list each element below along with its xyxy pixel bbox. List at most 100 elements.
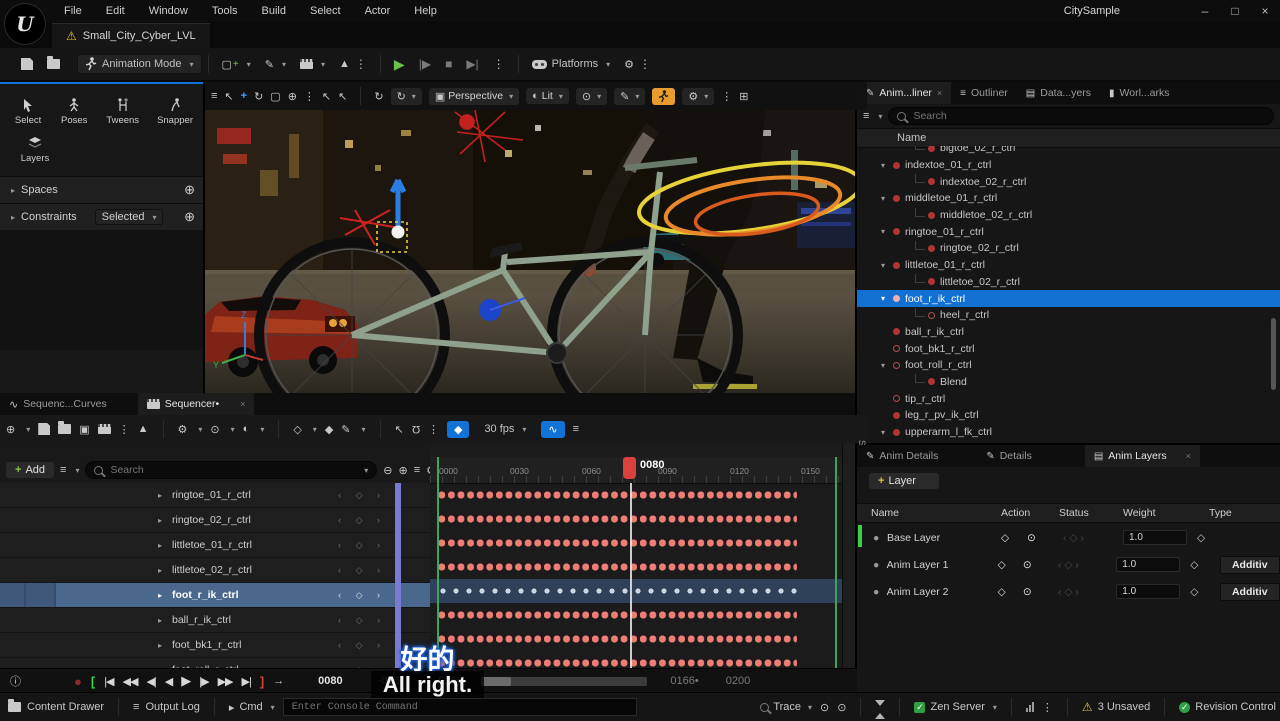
track-row[interactable]: ▸ball_r_ik_ctrl‹ ◇ › <box>0 608 430 633</box>
tree-row[interactable]: ▾indextoe_01_r_ctrl <box>857 157 1280 174</box>
tab-world-bookmarks[interactable]: ▮ Worl...arks <box>1100 82 1179 104</box>
move-tool-icon[interactable]: + <box>241 90 247 102</box>
eject-button[interactable]: ▶| <box>459 56 485 72</box>
track-row[interactable]: ▸ringtoe_02_r_ctrl‹ ◇ › <box>0 508 430 533</box>
platforms-dropdown[interactable]: Platforms ▾ <box>525 56 617 72</box>
tree-row[interactable]: heel_r_ctrl <box>857 307 1280 324</box>
show-flags-dropdown[interactable]: ⊙ ▾ <box>576 88 607 105</box>
layer-row[interactable]: ● Anim Layer 2 ◇ ⊙ ‹ ◇ › ◇ Additiv <box>857 578 1280 605</box>
expand-icon[interactable]: ⊕ <box>398 464 407 477</box>
viewport-options-icon[interactable]: ≡ <box>211 90 217 102</box>
actions-wrench-icon[interactable]: ⚙ <box>178 423 188 436</box>
chevron-down-icon[interactable]: ▾ <box>313 425 317 434</box>
key-action-icon[interactable]: ◇ <box>998 559 1023 571</box>
editor-mode-dropdown[interactable]: Animation Mode ▾ <box>77 54 202 74</box>
rotation-grid-dropdown[interactable]: ↻ ▾ <box>391 88 422 105</box>
expand-icon[interactable]: ▾ <box>881 227 891 236</box>
rotate-tool-icon[interactable]: ↻ <box>254 90 263 103</box>
keyframes[interactable] <box>437 535 797 551</box>
tree-row[interactable]: foot_bk1_r_ctrl <box>857 340 1280 357</box>
zen-server-dropdown[interactable]: ✓ Zen Server ▾ <box>914 701 996 713</box>
expand-icon[interactable]: ▸ <box>158 491 162 500</box>
cinematics-button[interactable]: ▾ <box>293 57 332 71</box>
menu-select[interactable]: Select <box>298 5 353 17</box>
menu-edit[interactable]: Edit <box>94 5 137 17</box>
snapshot-icon[interactable]: ⊙ <box>820 701 829 714</box>
layer-radio[interactable]: ● <box>873 586 887 598</box>
chevron-down-icon[interactable]: ▾ <box>198 425 202 434</box>
expand-icon[interactable]: ▾ <box>881 261 891 270</box>
keyframe-row[interactable] <box>430 483 843 507</box>
add-constraint-button[interactable]: ⊕ <box>184 209 195 225</box>
key-nav-icons[interactable]: ‹ ◇ › <box>338 565 386 576</box>
list-icon[interactable]: ≡ <box>414 464 420 476</box>
filter-icon[interactable]: ≡ <box>60 464 66 476</box>
key-nav-icons[interactable]: ‹ ◇ › <box>338 515 386 526</box>
track-row[interactable]: ▸littletoe_01_r_ctrl‹ ◇ › <box>0 533 430 558</box>
constraints-section-header[interactable]: ▸ Constraints Selected ▾ ⊕ <box>0 203 203 230</box>
blueprints-button[interactable]: ✎ ▾ <box>258 56 293 73</box>
unreal-logo-icon[interactable]: U <box>4 3 46 45</box>
chevron-down-icon[interactable]: ▾ <box>75 466 79 475</box>
expand-icon[interactable]: ▾ <box>881 361 891 370</box>
expand-icon[interactable]: ▾ <box>881 161 891 170</box>
surface-snap-icon[interactable]: ↖ <box>322 90 331 103</box>
weight-input[interactable] <box>1123 530 1187 545</box>
select-tool-icon[interactable]: ↖ <box>224 90 233 103</box>
layer-type-dropdown[interactable]: Additiv <box>1220 556 1280 574</box>
minimize-button[interactable]: – <box>1190 4 1220 18</box>
chevron-down-icon[interactable]: ▾ <box>362 425 366 434</box>
create-camera-icon[interactable] <box>98 424 111 434</box>
playhead-marker[interactable] <box>623 457 636 479</box>
menu-tools[interactable]: Tools <box>200 5 250 17</box>
weight-input[interactable] <box>1116 584 1180 599</box>
key-all-toggle[interactable]: ◆ <box>447 421 469 438</box>
world-dropdown-icon[interactable]: ⊕ <box>6 423 15 436</box>
menu-file[interactable]: File <box>52 5 94 17</box>
expand-icon[interactable]: ▸ <box>158 541 162 550</box>
constraints-filter-dropdown[interactable]: Selected ▾ <box>95 209 164 225</box>
perspective-dropdown[interactable]: ▣ Perspective ▾ <box>429 88 519 105</box>
expand-icon[interactable]: ▾ <box>881 294 891 303</box>
tree-row[interactable]: ▾upperarm_l_fk_ctrl <box>857 424 1280 441</box>
world-space-icon[interactable]: ⊕ <box>288 90 297 103</box>
playback-range-start[interactable] <box>437 457 439 668</box>
select-action-icon[interactable]: ⊙ <box>1027 532 1063 544</box>
keyframes[interactable] <box>437 583 797 599</box>
filter-icon[interactable]: ≡ <box>863 110 869 122</box>
landscape-button[interactable]: ▲ ⋮ <box>332 56 374 72</box>
render-movie-icon[interactable]: ▲ <box>138 423 149 435</box>
close-tab-icon[interactable]: × <box>240 399 245 409</box>
add-space-button[interactable]: ⊕ <box>184 182 195 198</box>
expand-icon[interactable]: ▾ <box>881 428 891 437</box>
menu-window[interactable]: Window <box>137 5 200 17</box>
tree-row[interactable]: ▾ringtoe_01_r_ctrl <box>857 223 1280 240</box>
tool-snapper[interactable]: Snapper <box>157 98 193 126</box>
select-action-icon[interactable]: ⊙ <box>1023 586 1058 598</box>
layer-radio[interactable]: ● <box>873 559 887 571</box>
maximize-viewport-icon[interactable]: ⊞ <box>739 90 748 103</box>
outliner-columns-icon[interactable]: ≡ <box>573 423 579 435</box>
tab-sequencer[interactable]: Sequencer• × <box>138 393 255 415</box>
expand-icon[interactable]: ▸ <box>158 516 162 525</box>
viewport-settings-dropdown[interactable]: ⚙ ▾ <box>682 88 714 105</box>
key-action-icon[interactable]: ◇ <box>998 586 1023 598</box>
keyframes[interactable] <box>437 487 797 503</box>
tab-outliner[interactable]: ≡ Outliner <box>951 82 1017 104</box>
keyframe-row[interactable] <box>430 507 843 531</box>
add-track-button[interactable]: + Add <box>6 462 54 478</box>
tree-row[interactable]: ▾foot_roll_r_ctrl <box>857 357 1280 374</box>
keyframes[interactable] <box>437 559 797 575</box>
timeline-ruler[interactable]: 0000 0030 0060 0090 0120 0150 <box>430 457 843 484</box>
play-button[interactable]: ▶ <box>387 54 412 75</box>
cmd-dropdown[interactable]: ▸ Cmd ▾ <box>229 701 275 714</box>
edit-pen-icon[interactable]: ✎ <box>341 423 350 436</box>
selection-filter-strip[interactable]: Selection <box>842 443 855 668</box>
snap-magnet-icon[interactable]: Ω <box>412 423 420 435</box>
menu-help[interactable]: Help <box>402 5 449 17</box>
sequencer-timeline[interactable]: 0000 0030 0060 0090 0120 0150 0080 <box>430 443 843 668</box>
browse-content-button[interactable] <box>40 57 67 71</box>
search-input[interactable] <box>911 109 1265 123</box>
content-drawer-button[interactable]: Content Drawer <box>8 701 104 713</box>
tool-layers[interactable]: Layers <box>14 136 56 164</box>
